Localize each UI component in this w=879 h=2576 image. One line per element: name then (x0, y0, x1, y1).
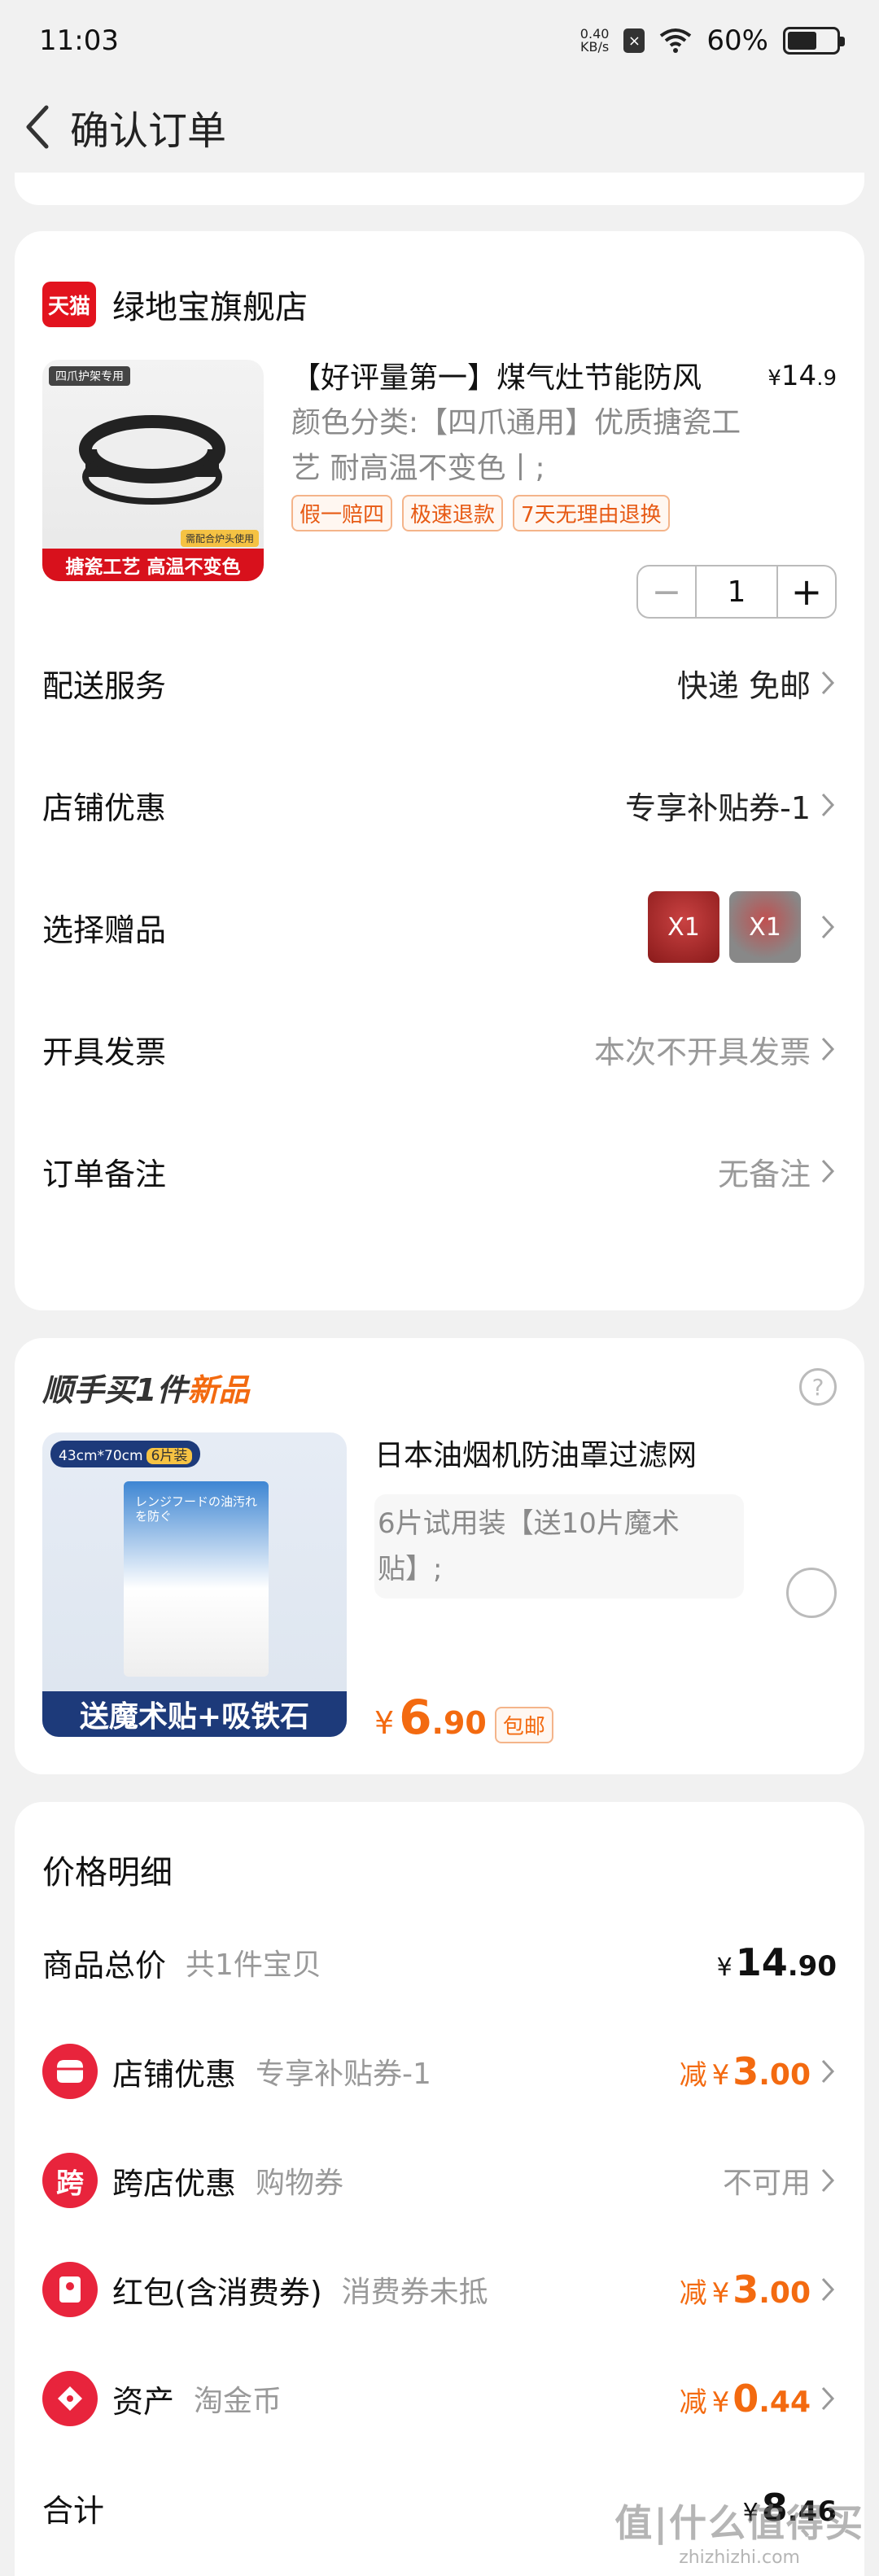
service-tags: 假一赔四 极速退款 7天无理由退换 (291, 495, 837, 531)
quantity-value[interactable]: 1 (697, 566, 776, 617)
stove-ring-illustration (79, 415, 225, 505)
total-label: 合计 (42, 2492, 105, 2529)
addon-header: 顺手买1件新品 ? (15, 1338, 864, 1411)
decrease-button[interactable]: − (638, 566, 697, 617)
battery-icon (783, 27, 845, 55)
chevron-right-icon (821, 2386, 835, 2411)
product-image-corner-tag: 需配合炉头使用 (180, 530, 259, 547)
addon-product-image[interactable]: 43cm*70cm 6片装 レンジフードの油汚れを防ぐ 送魔术贴+吸铁石 (42, 1432, 347, 1737)
service-tag: 极速退款 (402, 495, 504, 531)
addon-info: 日本油烟机防油罩过滤网 6片试用装【送10片魔术贴】; ¥6.90 包邮 (374, 1432, 837, 1745)
chevron-right-icon (821, 915, 835, 939)
invoice-option[interactable]: 开具发票 本次不开具发票 (15, 988, 864, 1110)
chevron-right-icon (821, 2277, 835, 2302)
store-name: 绿地宝旗舰店 (112, 289, 308, 326)
status-time: 11:03 (39, 24, 119, 57)
red-packet-row[interactable]: 红包(含消费券) 消费券未抵 减 ¥3.00 (15, 2235, 864, 2344)
product-row: 四爪护架专用 需配合炉头使用 搪瓷工艺 高温不变色 【好评量第一】煤气灶节能防风… (15, 337, 864, 622)
addon-select-radio[interactable] (786, 1568, 837, 1618)
gift-thumbnail[interactable]: X1 (729, 891, 801, 963)
store-header[interactable]: 天猫 绿地宝旗舰店 (15, 231, 864, 337)
goods-total-row: 商品总价 共1件宝贝 ¥14.90 (42, 1940, 837, 1984)
question-circle-icon[interactable]: ? (799, 1368, 837, 1406)
battery-percent: 60% (706, 24, 768, 57)
chevron-right-icon (821, 2059, 835, 2084)
asset-amount: 减 ¥0.44 (679, 2377, 811, 2421)
notification-icon: × (623, 28, 645, 53)
addon-product-desc[interactable]: 6片试用装【送10片魔术贴】; (374, 1494, 744, 1599)
chevron-right-icon (821, 671, 835, 695)
gift-option[interactable]: 选择赠品 X1 X1 (15, 866, 864, 988)
net-speed: 0.40 KB/s (579, 26, 610, 55)
store-discount-option[interactable]: 店铺优惠 专享补贴券-1 (15, 744, 864, 866)
status-bar: 11:03 0.40 KB/s × 60% (0, 0, 879, 81)
chevron-right-icon (821, 1159, 835, 1183)
free-shipping-tag: 包邮 (494, 1707, 553, 1743)
addon-image-tag: 43cm*70cm 6片装 (50, 1441, 201, 1467)
page-title: 确认订单 (70, 108, 227, 154)
delivery-option[interactable]: 配送服务 快递 免邮 (15, 622, 864, 744)
product-image-tag: 四爪护架专用 (49, 366, 130, 386)
price-details-card: 价格明细 商品总价 共1件宝贝 ¥14.90 店铺优惠 专享补贴券-1 减 ¥3.… (15, 1802, 864, 2576)
nav-bar: 确认订单 (0, 81, 879, 173)
previous-card-edge (15, 173, 864, 205)
addon-price: ¥6.90 包邮 (374, 1690, 553, 1745)
increase-button[interactable]: + (776, 566, 835, 617)
product-sku[interactable]: 颜色分类:【四爪通用】优质搪瓷工艺 耐高温不变色丨; (291, 400, 747, 492)
watermark: 值|什么值得买 zhizhizhi.com (614, 2501, 864, 2568)
asset-row[interactable]: 资产 淘金币 减 ¥0.44 (15, 2344, 864, 2453)
addon-card: 顺手买1件新品 ? 43cm*70cm 6片装 レンジフードの油汚れを防ぐ 送魔术… (15, 1338, 864, 1774)
gift-thumbnails: X1 X1 (648, 891, 801, 963)
goods-total-amount: ¥14.90 (716, 1940, 837, 1984)
service-tag: 假一赔四 (291, 495, 393, 531)
addon-title: 顺手买1件新品 (42, 1371, 250, 1408)
battery-fill (788, 32, 816, 50)
store-discount-amount: 减 ¥3.00 (679, 2049, 811, 2093)
chevron-right-icon (821, 2168, 835, 2193)
product-image[interactable]: 四爪护架专用 需配合炉头使用 搪瓷工艺 高温不变色 (42, 360, 264, 581)
addon-image-box-text: レンジフードの油汚れを防ぐ (135, 1494, 258, 1524)
red-packet-amount: 减 ¥3.00 (679, 2268, 811, 2311)
gift-thumbnail[interactable]: X1 (648, 891, 719, 963)
store-order-card: 天猫 绿地宝旗舰店 四爪护架专用 需配合炉头使用 搪瓷工艺 高温不变色 【好评量… (15, 231, 864, 1310)
product-price: ¥14.9 (767, 360, 837, 392)
status-icons: 0.40 KB/s × 60% (579, 24, 845, 57)
chevron-right-icon (821, 793, 835, 817)
chevron-right-icon (821, 1037, 835, 1061)
addon-image-banner: 送魔术贴+吸铁石 (42, 1691, 347, 1737)
store-coupon-icon (42, 2044, 98, 2099)
store-discount-row[interactable]: 店铺优惠 专享补贴券-1 减 ¥3.00 (15, 2017, 864, 2126)
wifi-icon (660, 28, 692, 53)
cross-store-icon: 跨 (42, 2153, 98, 2208)
addon-product: 43cm*70cm 6片装 レンジフードの油汚れを防ぐ 送魔术贴+吸铁石 日本油烟… (15, 1411, 864, 1745)
product-image-banner: 搪瓷工艺 高温不变色 (42, 549, 264, 581)
addon-product-name[interactable]: 日本油烟机防油罩过滤网 (374, 1437, 837, 1475)
cross-store-discount-row[interactable]: 跨 跨店优惠 购物券 不可用 (15, 2126, 864, 2235)
product-title[interactable]: 【好评量第一】煤气灶节能防风 (291, 360, 755, 397)
service-tag: 7天无理由退换 (513, 495, 670, 531)
chevron-left-icon[interactable] (21, 103, 54, 151)
order-note-option[interactable]: 订单备注 无备注 (15, 1110, 864, 1232)
asset-tag-icon (42, 2371, 98, 2426)
price-details-title: 价格明细 (42, 1854, 173, 1892)
tmall-logo: 天猫 (42, 282, 96, 327)
red-packet-icon (42, 2262, 98, 2317)
quantity-stepper: − 1 + (636, 565, 837, 619)
